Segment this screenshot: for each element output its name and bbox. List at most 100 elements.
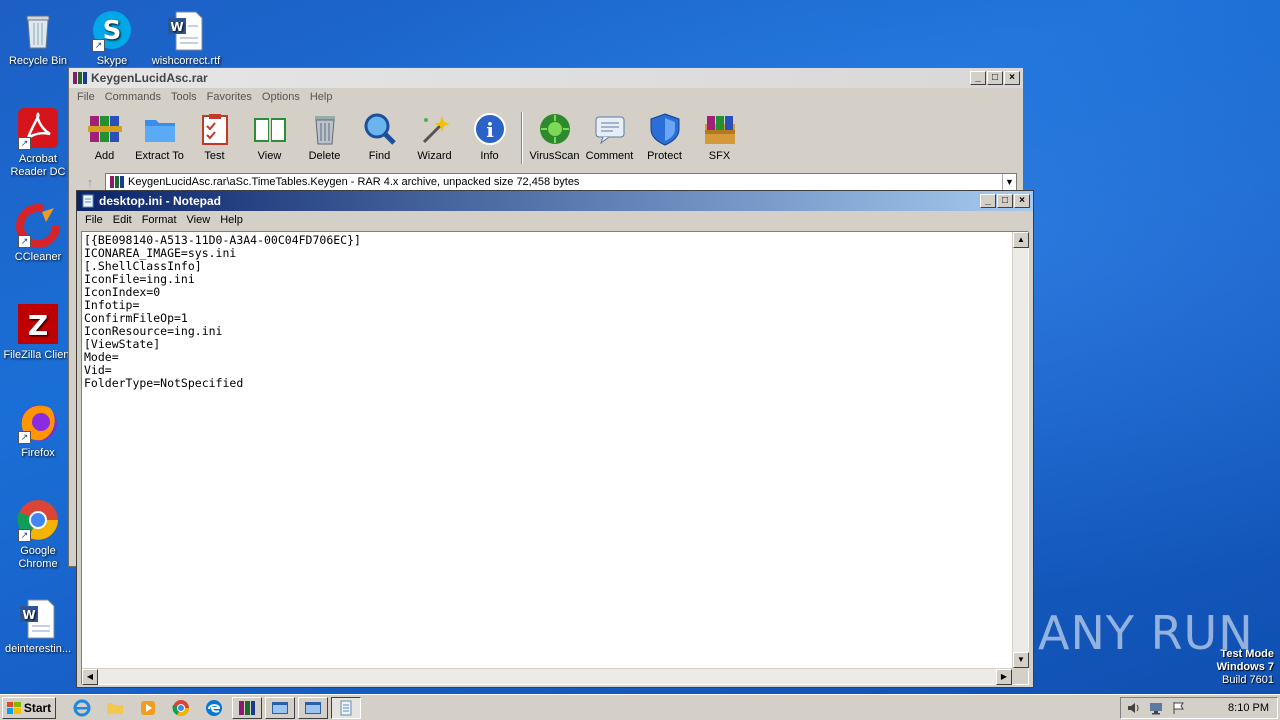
tool-test[interactable]: Test (187, 112, 242, 162)
tool-label: Extract To (135, 150, 184, 162)
recycle-bin-icon (16, 8, 60, 52)
maximize-button[interactable]: □ (997, 194, 1013, 208)
menu-tools[interactable]: Tools (167, 91, 201, 103)
tool-label: Add (94, 150, 115, 162)
network-icon[interactable] (1149, 701, 1163, 715)
desktop-icon-label: Firefox (21, 447, 55, 459)
path-bar: ↑ KeygenLucidAsc.rar\aSc.TimeTables.Keyg… (75, 172, 1017, 192)
test-mode-notice: Test Mode Windows 7 Build 7601 (1217, 648, 1274, 687)
notepad-titlebar[interactable]: desktop.ini - Notepad _ □ × (77, 191, 1033, 211)
trash-icon (308, 112, 342, 146)
maximize-button[interactable]: □ (987, 71, 1003, 85)
desktop-icon-skype[interactable]: S ↗ Skype (74, 8, 150, 68)
menu-format[interactable]: Format (138, 214, 181, 226)
minimize-button[interactable]: _ (980, 194, 996, 208)
desktop-icon-firefox[interactable]: ↗ Firefox (0, 400, 76, 460)
tool-comment[interactable]: Comment (582, 112, 637, 162)
scroll-right-button[interactable]: ▶ (996, 669, 1012, 685)
menu-commands[interactable]: Commands (101, 91, 165, 103)
svg-text:Z: Z (28, 309, 48, 342)
menu-options[interactable]: Options (258, 91, 304, 103)
start-button[interactable]: Start (2, 696, 56, 719)
sfx-box-icon (703, 112, 737, 146)
menu-favorites[interactable]: Favorites (203, 91, 256, 103)
tool-info[interactable]: i Info (462, 112, 517, 162)
desktop-icon-filezilla[interactable]: Z FileZilla Client (0, 302, 76, 362)
close-button[interactable]: × (1014, 194, 1030, 208)
desktop-icon-label: FileZilla Client (3, 349, 73, 361)
notepad-icon (340, 700, 352, 715)
comment-icon (593, 112, 627, 146)
horizontal-scrollbar[interactable]: ◀ ▶ (82, 668, 1012, 685)
winrar-menubar: File Commands Tools Favorites Options He… (69, 88, 1023, 106)
clipboard-check-icon (198, 112, 232, 146)
tool-find[interactable]: Find (352, 112, 407, 162)
firefox-icon: ↗ (16, 400, 60, 444)
word-document-icon: W (16, 596, 60, 640)
desktop-icon-ccleaner[interactable]: ↗ CCleaner (0, 204, 76, 264)
desktop-icon-chrome[interactable]: ↗ Google Chrome (0, 498, 76, 571)
editor-content[interactable]: [{BE098140-A513-11D0-A3A4-00C04FD706EC}]… (84, 234, 1012, 664)
chevron-down-icon[interactable]: ▼ (1002, 174, 1016, 190)
taskbar-chrome[interactable] (166, 697, 196, 719)
menu-file[interactable]: File (81, 214, 107, 226)
minimize-button[interactable]: _ (970, 71, 986, 85)
taskbar-media-player[interactable] (133, 697, 163, 719)
chrome-icon (172, 699, 190, 716)
menu-help[interactable]: Help (216, 214, 247, 226)
tool-add[interactable]: Add (77, 112, 132, 162)
winrar-titlebar[interactable]: KeygenLucidAsc.rar _ □ × (69, 68, 1023, 88)
desktop-icon-acrobat[interactable]: ↗ Acrobat Reader DC (0, 106, 76, 179)
close-button[interactable]: × (1004, 71, 1020, 85)
resize-grip[interactable] (1012, 668, 1028, 684)
skype-icon: S ↗ (90, 8, 134, 52)
volume-icon[interactable] (1127, 701, 1141, 715)
tool-extract-to[interactable]: Extract To (132, 112, 187, 162)
book-icon (253, 112, 287, 146)
desktop-icon-recycle-bin[interactable]: Recycle Bin (0, 8, 76, 68)
tool-protect[interactable]: Protect (637, 112, 692, 162)
taskbar-window-2[interactable] (265, 696, 295, 719)
vertical-scrollbar[interactable]: ▲ ▼ (1012, 232, 1029, 668)
start-label: Start (23, 700, 52, 715)
tool-wizard[interactable]: Wizard (407, 112, 462, 162)
desktop-icon-deinteresting[interactable]: W deinterestin... (0, 596, 76, 656)
desktop-icon-label: Recycle Bin (8, 55, 68, 67)
desktop-icon-wishcorrect[interactable]: W wishcorrect.rtf (148, 8, 224, 68)
action-center-flag-icon[interactable] (1171, 701, 1185, 715)
tool-virusscan[interactable]: VirusScan (527, 112, 582, 162)
windows-logo-icon (6, 701, 21, 714)
tool-label: SFX (708, 150, 731, 162)
application-window-icon (305, 701, 321, 714)
text-editor[interactable]: [{BE098140-A513-11D0-A3A4-00C04FD706EC}]… (81, 231, 1029, 685)
taskbar: Start 8:10 PM (0, 694, 1280, 720)
archive-path-field[interactable]: KeygenLucidAsc.rar\aSc.TimeTables.Keygen… (105, 173, 1017, 191)
tool-sfx[interactable]: SFX (692, 112, 747, 162)
acrobat-icon: ↗ (16, 106, 60, 150)
info-icon: i (473, 112, 507, 146)
taskbar-explorer[interactable] (100, 697, 130, 719)
menu-help[interactable]: Help (306, 91, 337, 103)
winrar-icon (110, 176, 124, 188)
winrar-toolbar: Add Extract To Test View Delete Find Wiz… (69, 106, 1023, 170)
toolbar-separator (521, 112, 523, 164)
taskbar-window-3[interactable] (298, 696, 328, 719)
menu-view[interactable]: View (183, 214, 215, 226)
up-arrow-icon[interactable]: ↑ (75, 175, 105, 190)
taskbar-notepad[interactable] (331, 696, 361, 719)
tool-view[interactable]: View (242, 112, 297, 162)
clock[interactable]: 8:10 PM (1228, 702, 1269, 714)
magic-wand-icon (418, 112, 452, 146)
taskbar-edge[interactable] (199, 697, 229, 719)
menu-edit[interactable]: Edit (109, 214, 136, 226)
os-build: Build 7601 (1222, 674, 1274, 686)
scroll-left-button[interactable]: ◀ (82, 669, 98, 685)
taskbar-ie[interactable] (67, 697, 97, 719)
menu-file[interactable]: File (73, 91, 99, 103)
taskbar-winrar[interactable] (232, 696, 262, 719)
svg-text:W: W (22, 608, 35, 622)
notepad-window[interactable]: desktop.ini - Notepad _ □ × File Edit Fo… (76, 190, 1034, 688)
tool-delete[interactable]: Delete (297, 112, 352, 162)
scroll-down-button[interactable]: ▼ (1013, 652, 1029, 668)
scroll-up-button[interactable]: ▲ (1013, 232, 1029, 248)
